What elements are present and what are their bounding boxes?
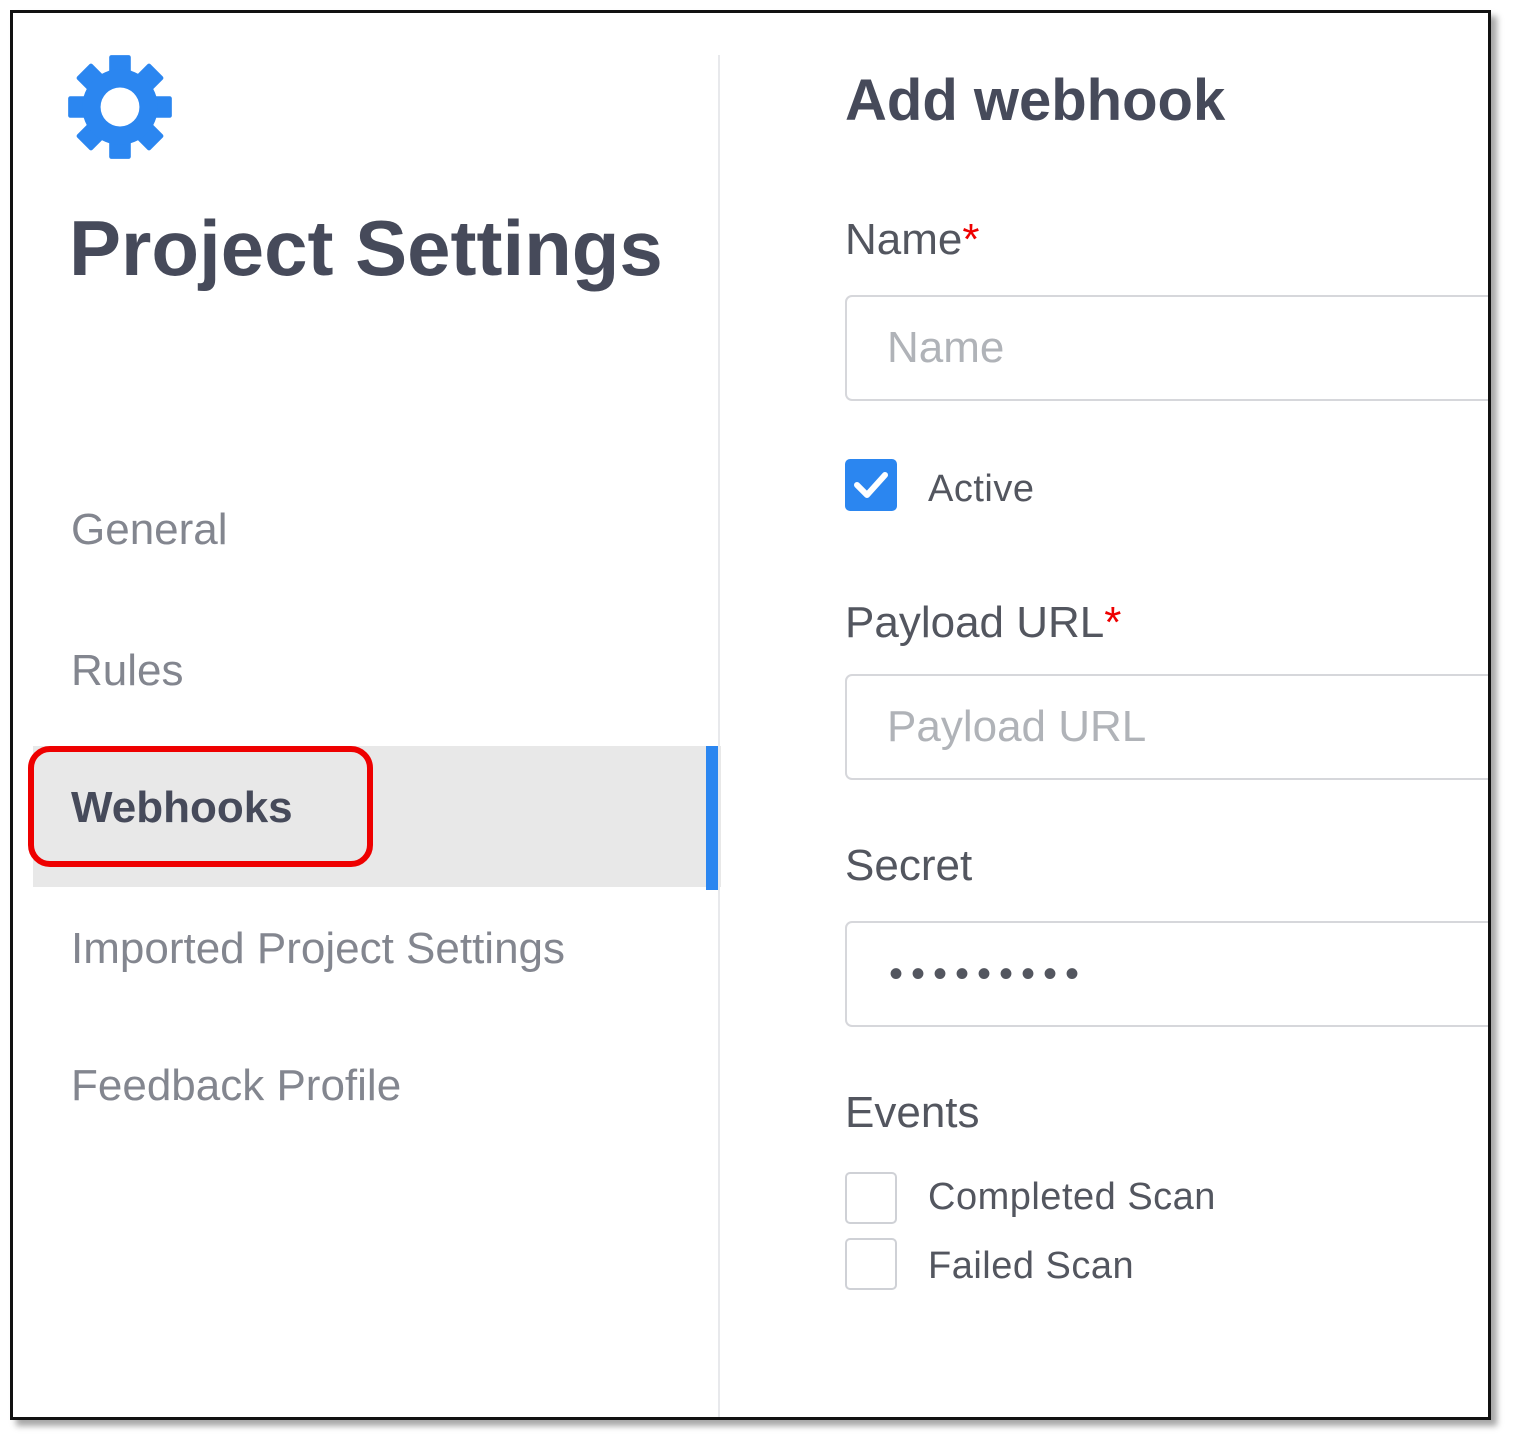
completed-scan-label[interactable]: Completed Scan bbox=[928, 1176, 1216, 1219]
name-input[interactable] bbox=[845, 295, 1488, 401]
active-label[interactable]: Active bbox=[928, 468, 1034, 511]
highlight-box bbox=[28, 746, 373, 867]
payload-url-label: Payload URL* bbox=[845, 598, 1121, 648]
active-checkbox[interactable] bbox=[845, 459, 897, 511]
payload-url-label-text: Payload URL bbox=[845, 598, 1105, 647]
page-title: Project Settings bbox=[69, 204, 663, 292]
gear-icon bbox=[68, 55, 172, 159]
checkmark-icon bbox=[854, 472, 888, 498]
sidebar-item-feedback-profile[interactable]: Feedback Profile bbox=[71, 1061, 401, 1111]
events-label: Events bbox=[845, 1088, 980, 1137]
name-label-text: Name bbox=[845, 215, 963, 264]
sidebar-item-general[interactable]: General bbox=[71, 505, 228, 555]
name-label: Name* bbox=[845, 215, 980, 265]
completed-scan-checkbox[interactable] bbox=[845, 1172, 897, 1224]
failed-scan-label[interactable]: Failed Scan bbox=[928, 1245, 1134, 1288]
divider bbox=[718, 55, 720, 1417]
form-title: Add webhook bbox=[845, 68, 1226, 133]
app-window: Project Settings General Rules Webhooks … bbox=[10, 10, 1491, 1420]
secret-input[interactable] bbox=[845, 921, 1488, 1027]
secret-label: Secret bbox=[845, 841, 973, 890]
sidebar-item-rules[interactable]: Rules bbox=[71, 646, 184, 696]
required-mark: * bbox=[1104, 598, 1122, 647]
required-mark: * bbox=[962, 215, 980, 264]
sidebar-item-imported-project-settings[interactable]: Imported Project Settings bbox=[71, 924, 565, 974]
failed-scan-checkbox[interactable] bbox=[845, 1238, 897, 1290]
payload-url-input[interactable] bbox=[845, 674, 1488, 780]
